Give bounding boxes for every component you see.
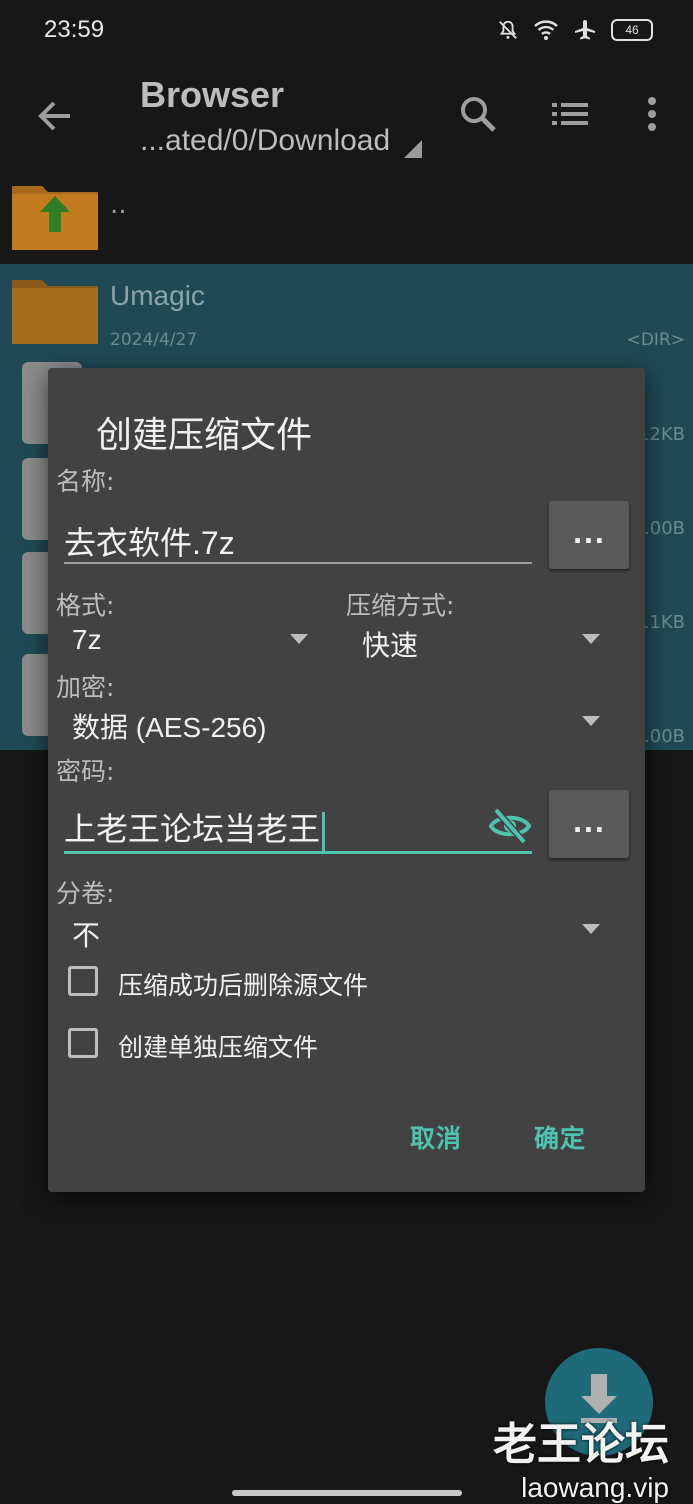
status-time: 23:59 (44, 16, 105, 43)
format-label: 格式: (56, 591, 115, 620)
more-menu-icon[interactable] (630, 92, 674, 136)
folder-date: 2024/4/27 (110, 330, 198, 350)
password-value: 上老王论坛当老王 (64, 811, 321, 847)
app-bar: Browser ...ated/0/Download (0, 62, 693, 172)
format-dropdown-arrow-icon[interactable] (290, 634, 308, 644)
file-size: .00B (644, 726, 685, 747)
battery-icon: 46 (611, 19, 653, 41)
format-select[interactable]: 7z (72, 624, 102, 656)
list-view-icon[interactable] (548, 92, 592, 136)
path-dropdown[interactable]: ...ated/0/Download (140, 124, 390, 158)
name-label: 名称: (56, 467, 115, 496)
status-icons: 46 (497, 18, 653, 42)
compression-method-label: 压缩方式: (346, 591, 455, 620)
path-dropdown-triangle-icon[interactable] (404, 140, 422, 158)
watermark-url: laowang.vip (521, 1472, 669, 1503)
separate-archive-checkbox[interactable] (68, 1028, 98, 1058)
split-volume-select[interactable]: 不 (72, 914, 100, 954)
browse-name-button[interactable]: ... (549, 501, 629, 569)
password-visibility-off-icon[interactable] (488, 806, 532, 846)
password-input[interactable]: 上老王论坛当老王 (64, 804, 326, 852)
folder-type-tag: <DIR> (626, 330, 685, 350)
split-dropdown-arrow-icon[interactable] (582, 924, 600, 934)
folder-up-icon[interactable] (12, 180, 98, 250)
search-icon[interactable] (456, 92, 500, 136)
password-options-button[interactable]: ... (549, 790, 629, 858)
parent-directory-label[interactable]: .. (110, 190, 127, 220)
mute-bell-icon (499, 20, 517, 39)
watermark-chinese: 老王论坛 (493, 1419, 669, 1470)
delete-source-checkbox[interactable] (68, 966, 98, 996)
split-volume-label: 分卷: (56, 879, 115, 908)
create-archive-dialog: 创建压缩文件 名称: 去衣软件.7z ... 格式: 压缩方式: 7z 快速 加… (48, 368, 645, 1192)
watermark: 老王论坛 laowang.vip (493, 1408, 669, 1504)
file-size: .00B (644, 518, 685, 539)
back-arrow-icon[interactable] (30, 92, 78, 140)
status-bar: 23:59 46 (0, 0, 693, 62)
archive-name-underline (64, 562, 532, 564)
home-indicator[interactable] (232, 1490, 462, 1496)
app-title: Browser (140, 74, 285, 115)
wifi-icon (534, 20, 558, 40)
encryption-label: 加密: (56, 673, 115, 702)
ok-button[interactable]: 确定 (534, 1119, 586, 1155)
password-label: 密码: (56, 757, 115, 786)
separate-archive-label[interactable]: 创建单独压缩文件 (118, 1028, 318, 1064)
airplane-icon (575, 20, 595, 40)
compression-method-select[interactable]: 快速 (362, 624, 418, 664)
cancel-button[interactable]: 取消 (410, 1119, 462, 1155)
encryption-select[interactable]: 数据 (AES-256) (72, 706, 267, 746)
folder-icon[interactable] (12, 274, 98, 344)
delete-source-label[interactable]: 压缩成功后删除源文件 (118, 966, 368, 1002)
password-underline (64, 851, 532, 854)
archive-name-input[interactable]: 去衣软件.7z (64, 518, 235, 564)
dialog-title: 创建压缩文件 (96, 415, 313, 456)
text-cursor (322, 811, 326, 852)
folder-name[interactable]: Umagic (110, 280, 205, 312)
method-dropdown-arrow-icon[interactable] (582, 634, 600, 644)
encryption-dropdown-arrow-icon[interactable] (582, 716, 600, 726)
